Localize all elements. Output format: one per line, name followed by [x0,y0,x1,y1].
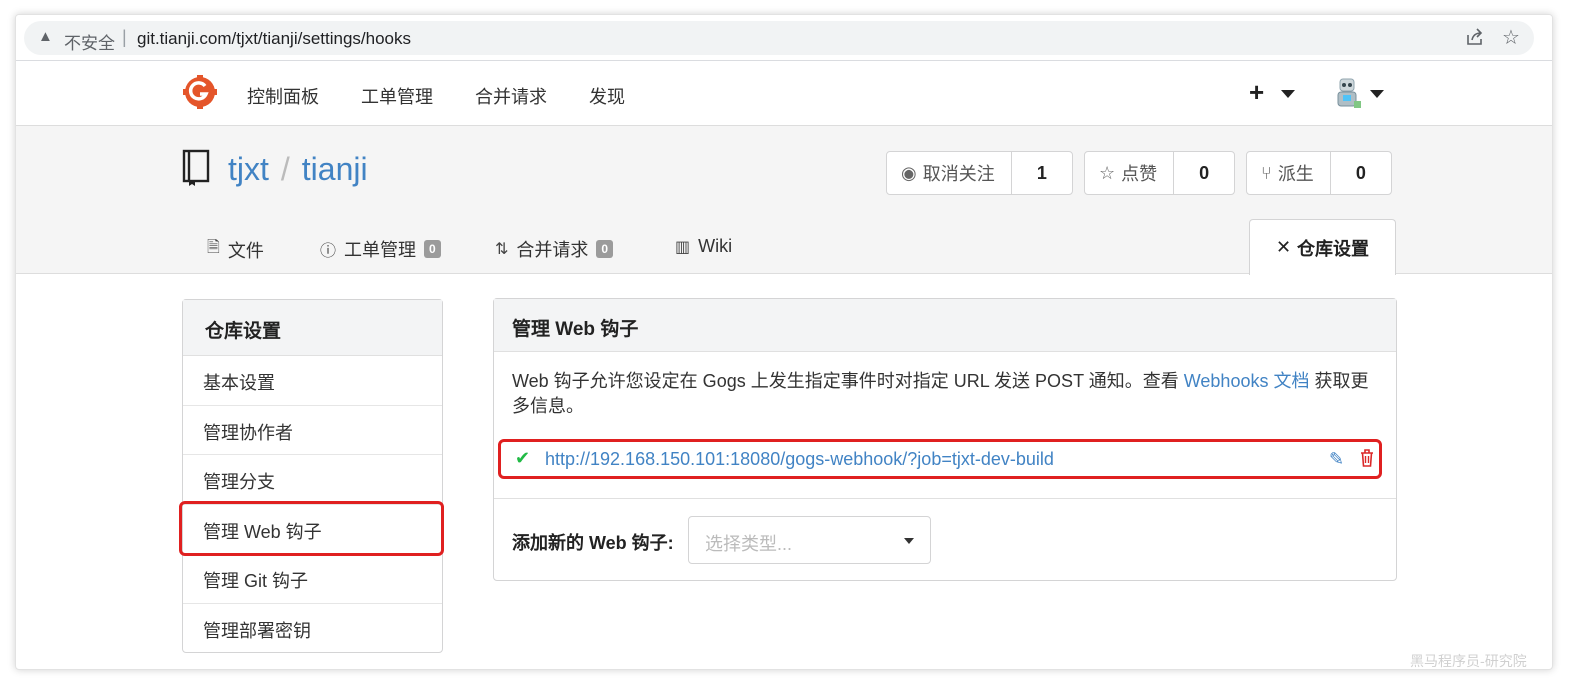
gogs-logo-icon[interactable] [183,75,217,109]
description-text: Web 钩子允许您设定在 Gogs 上发生指定事件时对指定 URL 发送 POS… [512,371,1184,391]
star-outline-icon: ☆ [1099,162,1116,183]
wiki-icon: ▥ [675,238,691,256]
star-count[interactable]: 0 [1174,152,1234,194]
unwatch-button[interactable]: ◉ 取消关注 1 [886,151,1073,195]
nav-explore[interactable]: 发现 [589,83,625,109]
star-button[interactable]: ☆ 点赞 0 [1084,151,1235,195]
insecure-label[interactable]: 不安全 [64,29,115,54]
address-separator: | [122,27,127,47]
select-placeholder: 选择类型... [705,534,793,554]
issues-count-badge: 0 [424,240,441,258]
unwatch-label: 取消关注 [922,164,995,184]
tab-pull-requests[interactable]: ⇅ 合并请求 0 [495,236,614,262]
file-icon: 🗎 [207,239,220,256]
settings-sidebar: 仓库设置 基本设置 管理协作者 管理分支 管理 Web 钩子 管理 Git 钩子… [182,299,443,653]
tab-files[interactable]: 🗎 文件 [207,236,264,263]
panel-divider [494,498,1396,499]
repo-name-link[interactable]: tianji [302,151,368,187]
browser-window: ▲ 不安全 | git.tianji.com/tjxt/tianji/setti… [15,14,1553,670]
tab-issues[interactable]: ⓘ 工单管理 0 [320,236,441,262]
check-icon: ✔ [515,448,531,468]
fork-count[interactable]: 0 [1331,152,1391,194]
sidebar-item-git-hooks[interactable]: 管理 Git 钩子 [183,554,442,604]
share-icon[interactable] [1464,26,1486,48]
top-navigation: 控制面板 工单管理 合并请求 发现 + [16,61,1552,126]
webhook-item: ✔ http://192.168.150.101:18080/gogs-webh… [498,439,1382,479]
sidebar-item-options[interactable]: 基本设置 [183,356,442,406]
create-new-button[interactable]: + [1249,77,1264,108]
panel-title: 管理 Web 钩子 [494,299,1396,352]
sidebar-item-collaborators[interactable]: 管理协作者 [183,406,442,456]
repo-book-icon [182,149,210,186]
nav-pull-requests[interactable]: 合并请求 [475,83,547,109]
tools-icon: ✕ [1275,237,1292,257]
issue-icon: ⓘ [320,243,337,260]
browser-toolbar: ▲ 不安全 | git.tianji.com/tjxt/tianji/setti… [16,15,1552,61]
webhook-type-select[interactable]: 选择类型... [688,516,931,564]
webhooks-docs-link[interactable]: Webhooks 文档 [1184,371,1310,391]
fork-button[interactable]: ⑂ 派生 0 [1246,151,1392,195]
highlight-box-webhooks [179,501,444,556]
fork-label: 派生 [1277,164,1314,184]
trash-icon[interactable] [1359,448,1375,468]
webhooks-panel: 管理 Web 钩子 Web 钩子允许您设定在 Gogs 上发生指定事件时对指定 … [493,298,1397,581]
tab-settings[interactable]: ✕ 仓库设置 [1249,219,1396,275]
tab-wiki-label: Wiki [698,236,733,256]
warning-triangle-icon: ▲ [38,28,53,45]
fork-icon: ⑂ [1261,162,1272,183]
pull-requests-count-badge: 0 [596,240,614,258]
nav-dashboard[interactable]: 控制面板 [247,83,319,109]
add-webhook-label: 添加新的 Web 钩子: [512,533,674,553]
tab-issues-label: 工单管理 [344,240,417,260]
avatar-icon[interactable] [1334,77,1364,111]
star-icon[interactable]: ☆ [1502,25,1520,50]
star-label: 点赞 [1121,164,1158,184]
repo-title: tjxt / tianji [228,151,368,188]
webhook-url-link[interactable]: http://192.168.150.101:18080/gogs-webhoo… [545,449,1054,470]
tab-settings-label: 仓库设置 [1297,238,1370,259]
nav-issues[interactable]: 工单管理 [361,83,433,109]
repo-owner-link[interactable]: tjxt [228,151,269,187]
sidebar-item-branches[interactable]: 管理分支 [183,455,442,505]
address-bar[interactable]: ▲ 不安全 | git.tianji.com/tjxt/tianji/setti… [24,21,1534,55]
repo-header: tjxt / tianji ◉ 取消关注 1 ☆ 点赞 0 ⑂ 派生 0 🗎 文件 ⓘ 工单管… [16,126,1552,275]
tab-pull-requests-label: 合并请求 [516,240,589,260]
sidebar-title: 仓库设置 [183,300,442,356]
repo-title-slash: / [280,151,290,187]
chevron-down-icon [904,538,914,544]
url-text[interactable]: git.tianji.com/tjxt/tianji/settings/hook… [137,29,411,49]
chevron-down-icon[interactable] [1370,90,1384,98]
chevron-down-icon[interactable] [1281,90,1295,98]
sidebar-item-deploy-keys[interactable]: 管理部署密钥 [183,604,442,654]
eye-icon: ◉ [901,162,917,183]
pencil-icon[interactable]: ✎ [1329,449,1344,470]
webhooks-description: Web 钩子允许您设定在 Gogs 上发生指定事件时对指定 URL 发送 POS… [512,369,1382,419]
watermark: 黑马程序员-研究院 [1410,654,1527,670]
tab-files-label: 文件 [227,240,264,261]
watch-count[interactable]: 1 [1012,152,1072,194]
pull-request-icon: ⇅ [495,241,509,258]
tab-wiki[interactable]: ▥ Wiki [675,236,732,257]
